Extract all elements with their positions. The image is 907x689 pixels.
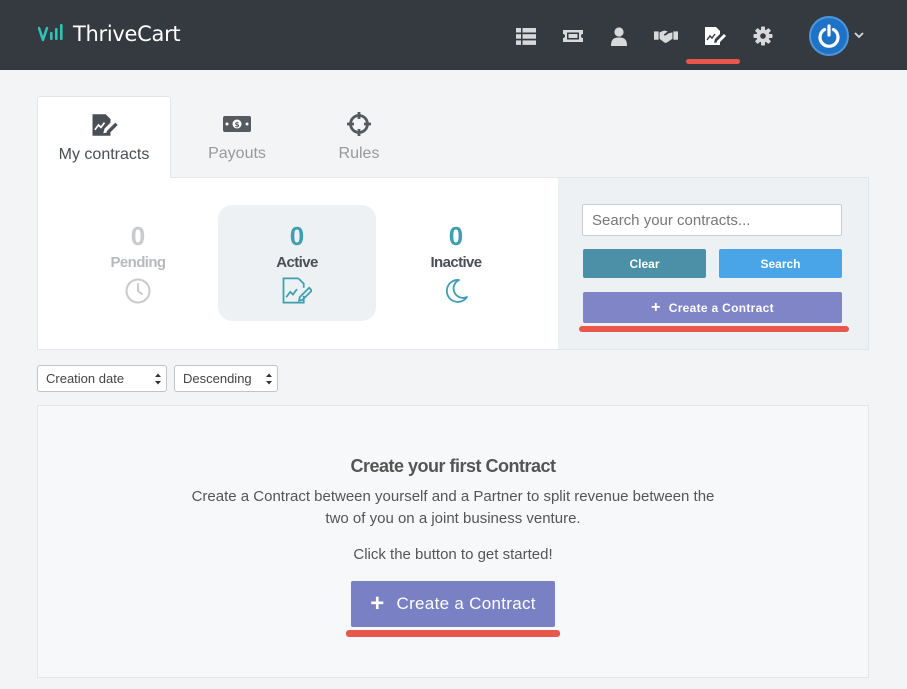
svg-text:$: $ [235,121,240,129]
logo-mark-icon [38,24,63,42]
create-contract-button[interactable]: + Create a Contract [583,292,842,323]
select-value: Creation date [46,371,125,386]
tab-label: Payouts [208,145,266,162]
create-first-contract-button[interactable]: + Create a Contract [351,581,555,627]
empty-state-description: Create a Contract between yourself and a… [191,488,715,527]
tab-label: My contracts [58,146,150,163]
stat-count: 0 [448,221,464,251]
stat-pending[interactable]: 0 Pending [59,205,217,321]
gear-icon[interactable] [751,25,775,47]
clock-icon [59,277,217,305]
sort-field-select[interactable]: Creation date [37,365,167,392]
select-arrows-icon [266,373,272,385]
active-nav-highlight [686,59,740,64]
stat-count: 0 [289,221,305,251]
account-avatar[interactable] [809,16,849,56]
empty-state-panel [37,405,869,678]
button-label: Create a Contract [668,300,774,315]
chevron-down-icon[interactable] [853,29,865,41]
sort-order-select[interactable]: Descending [174,365,278,392]
list-icon[interactable] [514,25,538,47]
top-navigation-bar: ThriveCart [0,0,907,70]
tab-payouts[interactable]: $ Payouts [187,96,287,178]
stat-inactive[interactable]: 0 Inactive [377,205,535,321]
stat-label: Inactive [430,254,482,271]
stat-label: Pending [110,254,167,271]
contract-edit-icon[interactable] [703,25,727,47]
stat-active[interactable]: 0 Active [218,205,376,321]
power-icon [818,24,840,48]
contract-edit-icon [38,112,170,138]
button-label: Create a Contract [396,594,536,613]
empty-state-cta-text: Click the button to get started! [353,546,553,563]
tab-my-contracts[interactable]: My contracts [37,96,171,178]
stat-count: 0 [130,221,146,251]
highlight-underline [579,326,849,332]
crosshairs-icon [319,111,399,137]
plus-icon: + [370,590,385,617]
money-bill-icon: $ [187,111,287,137]
ticket-icon[interactable] [561,25,585,47]
tab-label: Rules [338,145,380,162]
user-icon[interactable] [607,25,631,47]
handshake-icon[interactable] [654,25,678,47]
search-button[interactable]: Search [719,249,842,278]
select-arrows-icon [155,373,161,385]
moon-icon [377,277,535,305]
thrivecart-logo[interactable]: ThriveCart [38,22,181,46]
contract-edit-icon [218,277,376,304]
logo-text: ThriveCart [73,22,181,46]
select-value: Descending [183,371,252,386]
plus-icon: + [651,298,661,316]
stat-label: Active [276,254,318,271]
search-contracts-input[interactable] [582,204,842,236]
clear-button[interactable]: Clear [583,249,706,278]
tab-rules[interactable]: Rules [319,96,399,178]
empty-state-title: Create your first Contract [350,456,556,476]
highlight-underline [346,630,560,637]
